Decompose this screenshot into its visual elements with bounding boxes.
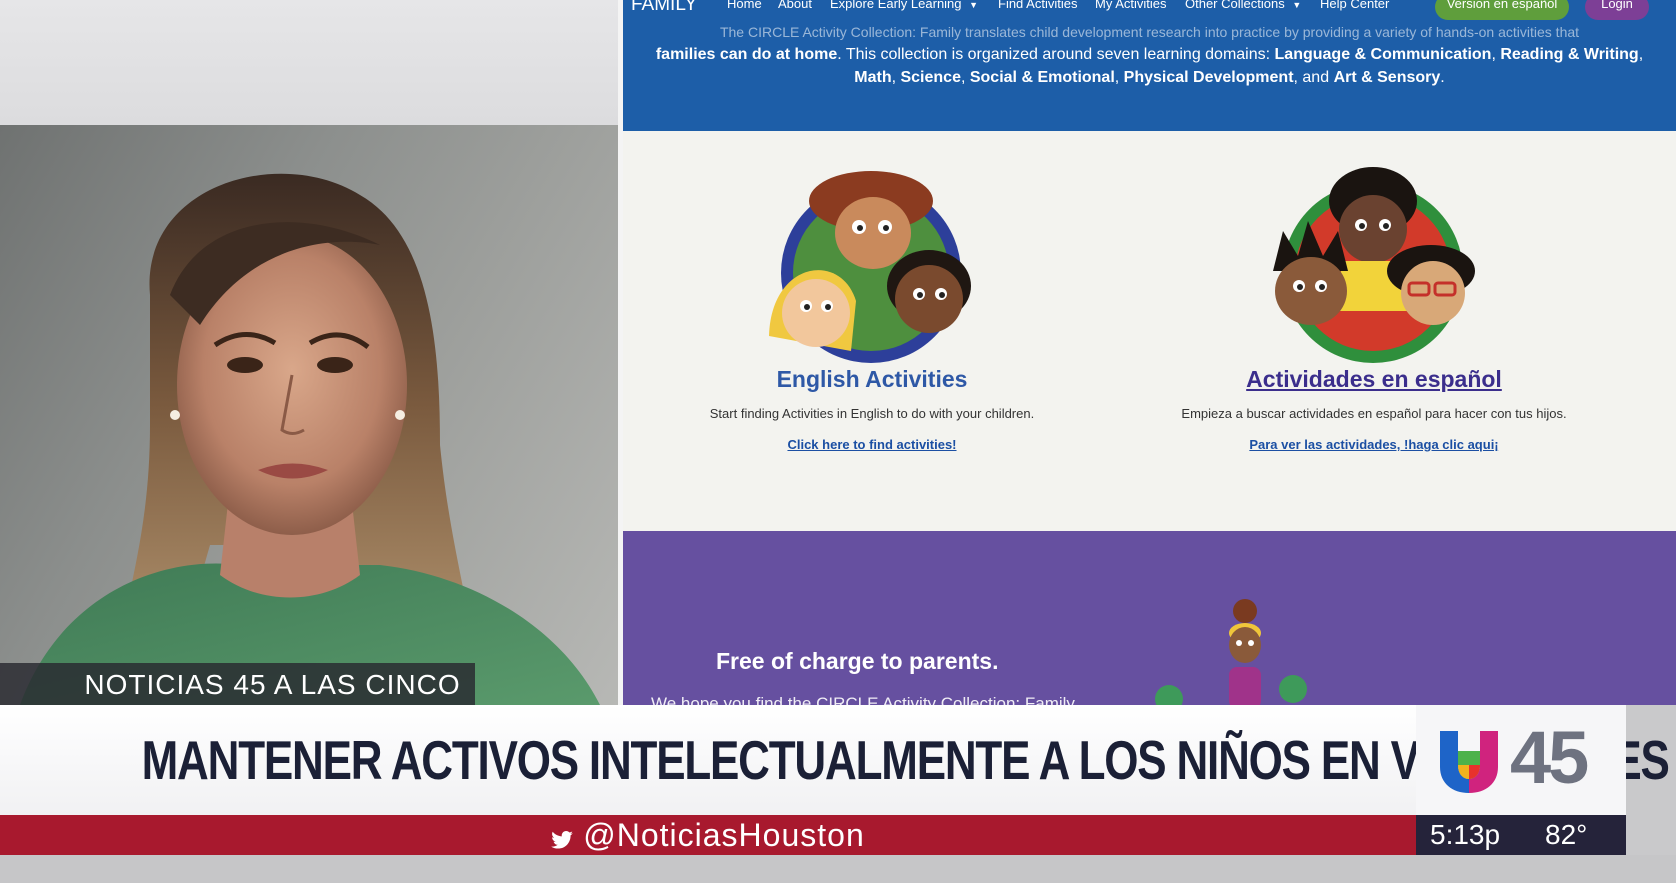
bottom-strip xyxy=(0,855,1676,883)
channel-number: 45 xyxy=(1510,716,1589,799)
news-headline: MANTENER ACTIVOS INTELECTUALMENTE A LOS … xyxy=(141,729,1670,791)
nav-home[interactable]: Home xyxy=(727,0,762,11)
nav-find-activities[interactable]: Find Activities xyxy=(998,0,1077,11)
hero-intro-text: The CIRCLE Activity Collection: Family t… xyxy=(719,24,1580,40)
free-of-charge-text: We hope you find the CIRCLE Activity Col… xyxy=(651,694,1075,705)
spanish-activities-description: Empieza a buscar actividades en español … xyxy=(1181,406,1567,421)
hero-line2-rest: . This collection is organized around se… xyxy=(837,46,1271,63)
hero-text-line3: Math, Science, Social & Emotional, Physi… xyxy=(854,69,1445,86)
show-name: NOTICIAS 45 A LAS CINCO xyxy=(84,669,461,700)
site-brand[interactable]: FAMILY xyxy=(631,0,697,16)
nav-other-collections[interactable]: Other Collections ▼ xyxy=(1185,0,1301,11)
and-word: and xyxy=(1302,69,1330,86)
chevron-down-icon: ▼ xyxy=(1292,0,1302,10)
hero-period: . xyxy=(1440,69,1445,86)
clock-time: 5:13p xyxy=(1430,819,1501,850)
nav-other-label: Other Collections xyxy=(1185,0,1285,11)
hero-text-line2: families can do at home. This collection… xyxy=(655,46,1644,63)
temperature: 82° xyxy=(1545,819,1588,850)
domain-5: Social & Emotional xyxy=(969,69,1115,86)
hero-bold-phrase: families can do at home xyxy=(655,46,838,63)
site-header: FAMILY Home About Explore Early Learning… xyxy=(623,0,1676,131)
interviewee-video xyxy=(0,125,618,705)
domain-6: Physical Development xyxy=(1123,69,1294,86)
domain-4: Science xyxy=(900,69,961,86)
website-screenshot: FAMILY Home About Explore Early Learning… xyxy=(623,0,1676,705)
domain-3: Math xyxy=(854,69,892,86)
juggling-character-illustration xyxy=(1155,599,1307,705)
free-of-charge-section: Free of charge to parents. We hope you f… xyxy=(623,531,1676,705)
nav-about[interactable]: About xyxy=(778,0,812,11)
language-choice-section: English Activities Start finding Activit… xyxy=(623,131,1676,531)
twitter-handle: @NoticiasHouston xyxy=(583,817,865,853)
spanish-version-button[interactable]: Version en español xyxy=(1435,0,1569,20)
chevron-down-icon: ▼ xyxy=(969,0,979,10)
twitter-icon xyxy=(551,818,574,858)
nav-help-center[interactable]: Help Center xyxy=(1320,0,1389,11)
nav-explore-label: Explore Early Learning xyxy=(830,0,962,11)
interviewee-silhouette xyxy=(20,173,600,705)
twitter-handle-row: @NoticiasHouston xyxy=(0,815,1416,855)
studio-background xyxy=(0,0,620,125)
domain-1: Language & Communication xyxy=(1274,46,1492,63)
spanish-activities-title[interactable]: Actividades en español xyxy=(1164,366,1584,393)
free-of-charge-heading: Free of charge to parents. xyxy=(716,648,999,674)
domain-2: Reading & Writing xyxy=(1500,46,1639,63)
english-activities-description: Start finding Activities in English to d… xyxy=(709,406,1035,421)
english-activities-link[interactable]: Click here to find activities! xyxy=(662,437,1082,452)
nav-my-activities[interactable]: My Activities xyxy=(1095,0,1167,11)
domain-7: Art & Sensory xyxy=(1333,69,1441,86)
spanish-kids-illustration[interactable] xyxy=(1263,161,1485,373)
english-kids-illustration[interactable] xyxy=(761,161,983,373)
spanish-activities-link[interactable]: Para ver las actividades, !haga clic aqu… xyxy=(1164,437,1584,452)
univision-logo-icon xyxy=(1440,731,1498,793)
english-activities-title[interactable]: English Activities xyxy=(662,366,1082,393)
nav-explore[interactable]: Explore Early Learning ▼ xyxy=(830,0,978,11)
login-button[interactable]: Login xyxy=(1585,0,1649,20)
